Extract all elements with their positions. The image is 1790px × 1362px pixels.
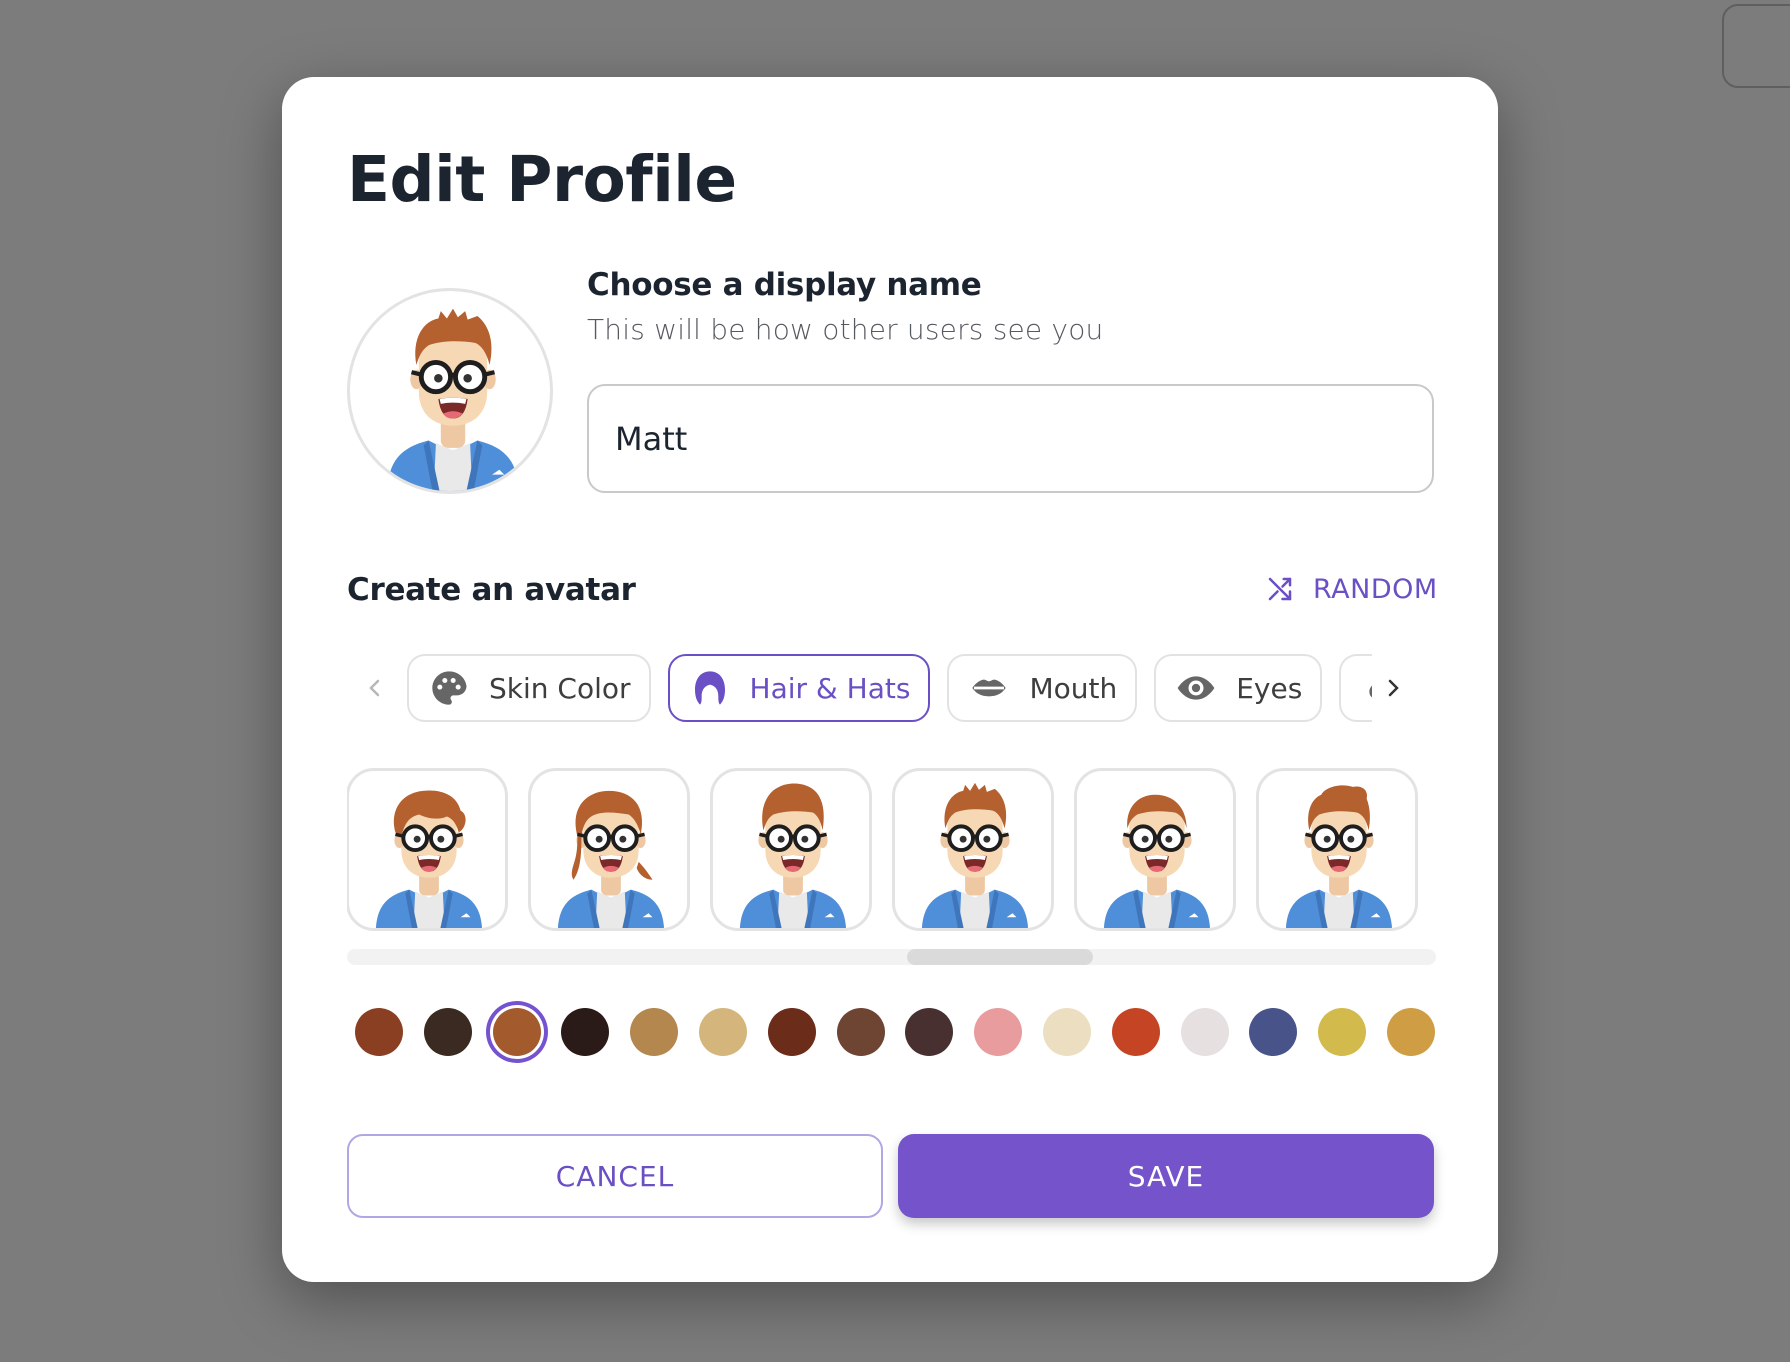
hair-color-swatch[interactable] (698, 1008, 747, 1056)
save-button[interactable]: SAVE (898, 1134, 1434, 1218)
tabs-viewport: Skin Color Hair & Hats Mouth Eyes (407, 652, 1372, 724)
tab-hair-hats[interactable]: Hair & Hats (667, 654, 931, 722)
random-button[interactable]: RANDOM (1257, 565, 1446, 613)
tabs-scroll-right-button[interactable] (1377, 672, 1409, 704)
tabs-track: Skin Color Hair & Hats Mouth Eyes (407, 652, 1372, 724)
shirt (413, 891, 445, 928)
hair-color-swatch[interactable] (561, 1008, 610, 1056)
hair-option-tile[interactable] (710, 768, 872, 931)
tab-eyes[interactable]: Eyes (1154, 654, 1323, 722)
hair-option-avatar (1285, 785, 1393, 928)
shirt (1323, 891, 1355, 928)
hair-color-swatch[interactable] (974, 1008, 1023, 1056)
palette-icon (432, 671, 467, 705)
hair-color-swatch[interactable] (423, 1008, 472, 1056)
tab-mouth[interactable]: Mouth (947, 654, 1138, 722)
shirt (595, 891, 627, 928)
hair-color-swatch[interactable] (1249, 1008, 1298, 1056)
hair-color-swatch[interactable] (1386, 1008, 1435, 1056)
cancel-button[interactable]: CANCEL (347, 1134, 883, 1218)
shirt (433, 442, 473, 491)
hair-color-swatch[interactable] (355, 1008, 403, 1056)
nose-icon (1369, 685, 1372, 698)
hair-options-track (347, 768, 1437, 931)
tab-label: Hair & Hats (749, 671, 911, 705)
hair-color-swatch[interactable] (905, 1008, 954, 1056)
hair-option-avatar (375, 790, 483, 928)
hair-color-swatch[interactable] (1318, 1008, 1367, 1056)
hair-icon (694, 671, 725, 705)
shirt (1141, 891, 1173, 928)
hair-color-swatch[interactable] (492, 1008, 541, 1056)
hair-options-carousel (347, 766, 1437, 936)
hair-option-tile[interactable] (892, 768, 1054, 931)
hair-option-tile[interactable] (528, 768, 690, 931)
hair-options-scrollbar[interactable] (347, 949, 1436, 965)
display-name-input[interactable] (587, 384, 1434, 493)
display-name-heading: Choose a display name (587, 267, 982, 303)
tab-label: Mouth (1029, 671, 1118, 705)
shirt (959, 891, 991, 928)
hair-option-avatar (739, 783, 847, 928)
create-avatar-heading: Create an avatar (347, 572, 636, 608)
hair-color-swatch[interactable] (767, 1008, 816, 1056)
tabs-scroll-left-button[interactable] (359, 672, 391, 704)
edit-profile-modal: Edit Profile Choose a display name This … (282, 77, 1498, 1282)
modal-title: Edit Profile (347, 143, 737, 216)
random-label: RANDOM (1313, 573, 1438, 605)
hair-option-avatar (921, 782, 1029, 928)
tab-label: Eyes (1236, 671, 1303, 705)
hair-color-swatch[interactable] (1111, 1008, 1160, 1056)
hair-color-swatch[interactable] (630, 1008, 679, 1056)
hair-option-tile[interactable] (1074, 768, 1236, 931)
tab-label: Skin Color (489, 671, 631, 705)
hair-option-avatar (1103, 794, 1211, 928)
hair-color-swatches (355, 1002, 1435, 1062)
avatar-category-tabs: Skin Color Hair & Hats Mouth Eyes (347, 652, 1437, 724)
avatar-preview-image (387, 308, 519, 491)
tab-partial[interactable] (1339, 654, 1372, 722)
hair-color-swatch[interactable] (836, 1008, 885, 1056)
avatar-preview (347, 288, 553, 494)
shirt (777, 891, 809, 928)
hair-color-swatch[interactable] (1042, 1008, 1091, 1056)
scrollbar-thumb[interactable] (907, 949, 1093, 965)
hair-option-tile[interactable] (347, 768, 508, 931)
hair-color-swatch[interactable] (1180, 1008, 1229, 1056)
tab-skin-color[interactable]: Skin Color (407, 654, 651, 722)
eye-icon (1177, 676, 1215, 700)
lips-icon (972, 679, 1007, 697)
corner-widget[interactable] (1722, 4, 1790, 88)
chevron-right-icon (1388, 679, 1399, 697)
display-name-subheading: This will be how other users see you (587, 313, 1104, 346)
chevron-left-icon (369, 679, 380, 697)
hair-option-avatar (557, 790, 665, 928)
hair-option-tile[interactable] (1256, 768, 1418, 931)
shuffle-icon (1268, 577, 1292, 601)
